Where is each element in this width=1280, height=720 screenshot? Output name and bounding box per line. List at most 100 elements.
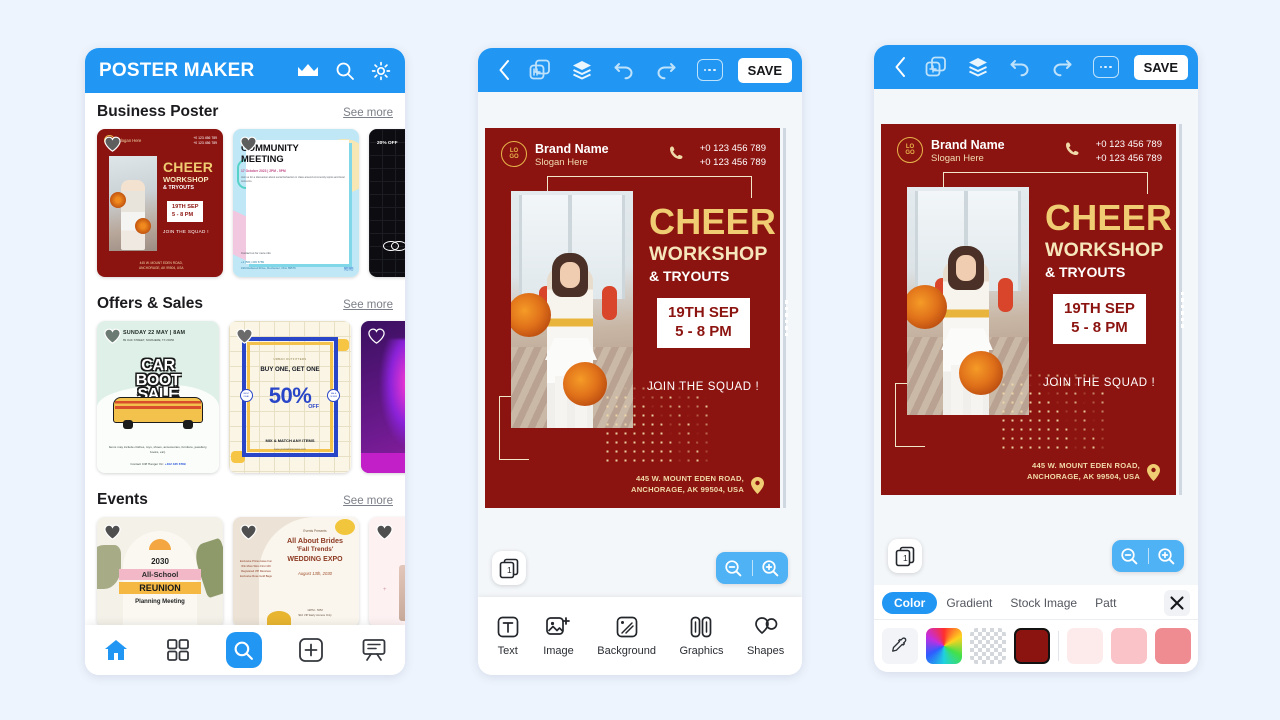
color-panel-tabs[interactable]: Color Gradient Stock Image Patt xyxy=(874,586,1198,620)
poster-design[interactable]: LO GO Brand Name Slogan Here +0 123 456 7… xyxy=(485,128,780,508)
page-indicator-button[interactable]: 1 xyxy=(492,551,526,585)
save-button[interactable]: SAVE xyxy=(1133,54,1188,80)
back-icon[interactable] xyxy=(884,56,918,78)
logo-icon[interactable]: LO GO xyxy=(501,141,527,167)
address-text[interactable]: 445 W. MOUNT EDEN ROAD, ANCHORAGE, AK 99… xyxy=(1027,460,1140,482)
brand-name-text[interactable]: Brand Name xyxy=(535,142,609,156)
poster-area[interactable]: LO GO Brand Name Slogan Here +0 123 456 7… xyxy=(478,128,802,508)
redo-icon[interactable] xyxy=(655,60,677,80)
favorite-heart-icon[interactable] xyxy=(240,524,257,540)
address-text[interactable]: 445 W. MOUNT EDEN ROAD, ANCHORAGE, AK 99… xyxy=(631,473,744,495)
undo-icon[interactable] xyxy=(613,60,635,80)
card-row-events[interactable]: 2030 All-School REUNION Planning Meeting… xyxy=(85,517,405,635)
zoom-out-icon[interactable] xyxy=(716,559,752,578)
color-wheel-swatch[interactable] xyxy=(926,628,962,664)
template-card-tattoo[interactable]: 20% OFF TA & P TATTOOS - TEMPORARY 2021 … xyxy=(369,129,405,277)
favorite-heart-icon[interactable] xyxy=(240,136,257,152)
zoom-in-icon[interactable] xyxy=(753,559,789,578)
back-icon[interactable] xyxy=(488,59,522,81)
close-icon[interactable] xyxy=(1164,589,1190,616)
transparent-swatch[interactable] xyxy=(970,628,1006,664)
swatch-1[interactable] xyxy=(1067,628,1103,664)
nav-item-search[interactable] xyxy=(225,632,262,668)
editor-tool-bar[interactable]: Text Image Background Graphics Shapes xyxy=(478,597,802,675)
template-card-wedding-expo[interactable]: Events Presents All About Brides 'Fall T… xyxy=(233,517,359,627)
nav-item-projects[interactable] xyxy=(361,638,387,662)
see-more-link[interactable]: See more xyxy=(343,107,393,119)
headline-tryouts[interactable]: & TRYOUTS xyxy=(649,268,729,284)
duplicate-icon[interactable] xyxy=(925,56,947,78)
template-card-community[interactable]: COMMUNITY MEETING 17 October 2023 | 2PM -… xyxy=(233,129,359,277)
headline-workshop[interactable]: WORKSHOP xyxy=(1045,239,1164,262)
template-card-cheer[interactable]: Slogan Here +0 123 456 789 +0 123 456 789… xyxy=(97,129,223,277)
layers-icon[interactable] xyxy=(967,56,989,78)
swatch-3[interactable] xyxy=(1155,628,1191,664)
slogan-text[interactable]: Slogan Here xyxy=(931,153,984,164)
template-card-car-boot[interactable]: SUNDAY 22 MAY | 8AM 89 OAK STREET, NOWHE… xyxy=(97,321,219,473)
eyedropper-icon[interactable] xyxy=(882,628,918,664)
see-more-link[interactable]: See more xyxy=(343,495,393,507)
selection-handle-dots[interactable] xyxy=(784,300,788,336)
zoom-in-icon[interactable] xyxy=(1149,547,1185,566)
headline-cheer[interactable]: CHEER xyxy=(1045,200,1172,236)
card-row-business[interactable]: Slogan Here +0 123 456 789 +0 123 456 789… xyxy=(85,129,405,285)
favorite-heart-icon[interactable] xyxy=(104,136,121,152)
search-icon[interactable] xyxy=(335,61,355,81)
zoom-out-icon[interactable] xyxy=(1112,547,1148,566)
template-card-wedding-music[interactable]: Wedding Music + xyxy=(369,517,405,627)
headline-tryouts[interactable]: & TRYOUTS xyxy=(1045,264,1125,280)
crown-icon[interactable] xyxy=(297,63,319,79)
favorite-heart-icon[interactable] xyxy=(104,524,121,540)
more-icon[interactable] xyxy=(696,59,723,81)
gear-icon[interactable] xyxy=(371,61,391,81)
favorite-heart-icon[interactable] xyxy=(376,524,393,540)
page-indicator-button[interactable]: 1 xyxy=(888,539,922,573)
template-card-music[interactable]: YOUR WEBSITE HERE MUSH 23 AUG Amazing Pr… xyxy=(361,321,405,473)
layers-icon[interactable] xyxy=(571,59,593,81)
nav-active-pill[interactable] xyxy=(225,632,262,668)
template-card-bogo[interactable]: URBAN OUTFITTERS BUY ONE, GET ONE 50% OF… xyxy=(229,321,351,473)
card-row-offers[interactable]: SUNDAY 22 MAY | 8AM 89 OAK STREET, NOWHE… xyxy=(85,321,405,481)
brand-name-text[interactable]: Brand Name xyxy=(931,138,1005,152)
selection-handle-dots[interactable] xyxy=(1180,291,1184,328)
tab-stock-image[interactable]: Stock Image xyxy=(1001,592,1086,614)
zoom-controls[interactable] xyxy=(1112,540,1184,572)
swatch-2[interactable] xyxy=(1111,628,1147,664)
save-button[interactable]: SAVE xyxy=(737,57,792,83)
current-color-swatch[interactable] xyxy=(1014,628,1050,664)
more-icon[interactable] xyxy=(1092,56,1119,78)
zoom-controls[interactable] xyxy=(716,552,788,584)
tool-shapes[interactable]: Shapes xyxy=(747,615,784,657)
headline-cheer[interactable]: CHEER xyxy=(649,204,776,240)
editor-canvas[interactable]: LO GO Brand Name Slogan Here +0 123 456 7… xyxy=(478,92,802,597)
nav-item-templates[interactable] xyxy=(166,638,190,662)
favorite-heart-icon[interactable] xyxy=(104,328,121,344)
poster-area[interactable]: LO GO Brand Name Slogan Here +0 123 456 7… xyxy=(874,124,1198,495)
tool-graphics[interactable]: Graphics xyxy=(679,615,723,657)
tab-color[interactable]: Color xyxy=(882,591,938,614)
tab-pattern[interactable]: Patt xyxy=(1086,592,1125,614)
color-swatch-row[interactable] xyxy=(874,620,1198,672)
bottom-navigation[interactable] xyxy=(85,625,405,675)
duplicate-icon[interactable] xyxy=(529,59,551,81)
gallery-body[interactable]: Business Poster See more Slogan Here +0 … xyxy=(85,93,405,675)
phone-numbers[interactable]: +0 123 456 789 +0 123 456 789 xyxy=(700,142,766,170)
favorite-heart-icon[interactable] xyxy=(236,328,253,344)
poster-design[interactable]: LO GO Brand Name Slogan Here +0 123 456 7… xyxy=(881,124,1176,495)
date-badge[interactable]: 19TH SEP 5 - 8 PM xyxy=(1053,294,1146,344)
slogan-text[interactable]: Slogan Here xyxy=(535,157,588,168)
undo-icon[interactable] xyxy=(1009,57,1031,77)
date-badge[interactable]: 19TH SEP 5 - 8 PM xyxy=(657,298,750,348)
favorite-heart-icon[interactable] xyxy=(368,328,385,344)
tool-text[interactable]: Text xyxy=(496,615,520,657)
editor-canvas[interactable]: LO GO Brand Name Slogan Here +0 123 456 7… xyxy=(874,89,1198,585)
tool-background[interactable]: Background xyxy=(597,615,656,657)
tab-gradient[interactable]: Gradient xyxy=(937,592,1001,614)
logo-icon[interactable]: LO GO xyxy=(897,137,923,163)
template-card-reunion[interactable]: 2030 All-School REUNION Planning Meeting xyxy=(97,517,223,627)
headline-workshop[interactable]: WORKSHOP xyxy=(649,243,768,266)
nav-item-home[interactable] xyxy=(103,638,129,662)
see-more-link[interactable]: See more xyxy=(343,299,393,311)
redo-icon[interactable] xyxy=(1051,57,1073,77)
phone-numbers[interactable]: +0 123 456 789 +0 123 456 789 xyxy=(1096,138,1162,166)
